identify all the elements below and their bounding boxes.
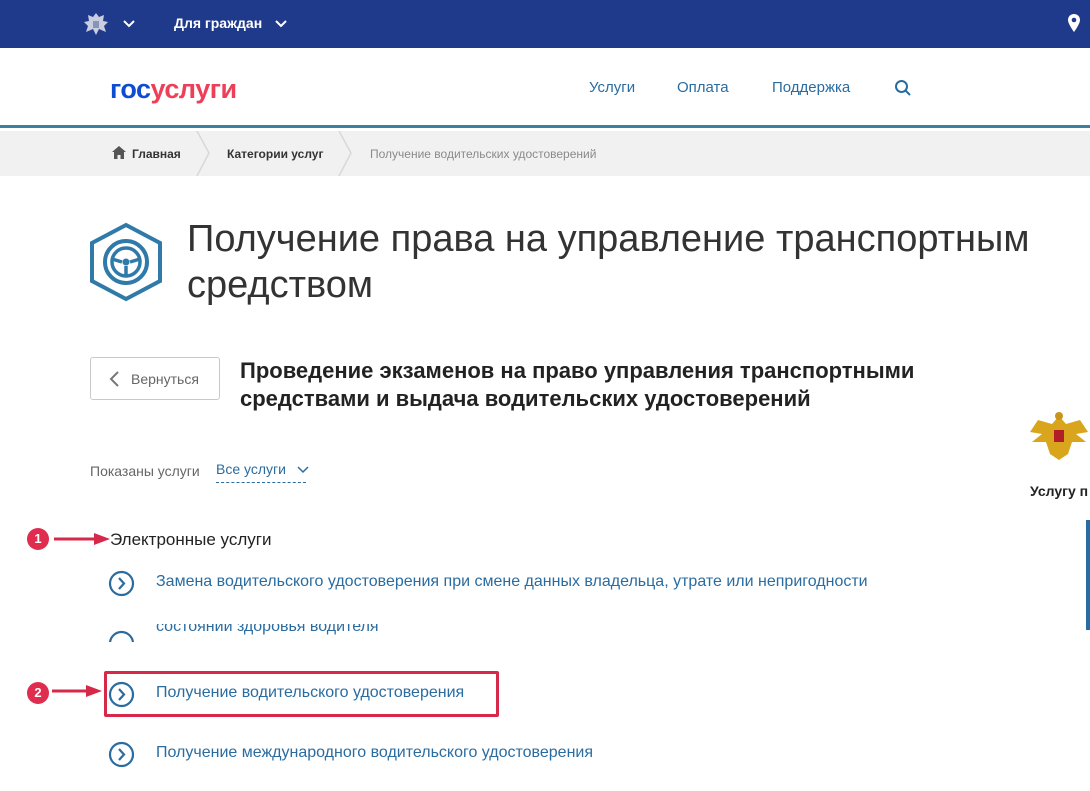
breadcrumb-separator <box>196 131 210 176</box>
services-filter-dropdown[interactable]: Все услуги <box>216 461 306 483</box>
logo-part-gos: гос <box>110 74 151 104</box>
home-icon[interactable] <box>112 146 126 159</box>
chevron-down-icon[interactable] <box>122 17 136 31</box>
chevron-circle-right-icon <box>108 681 135 708</box>
breadcrumb-separator <box>338 131 352 176</box>
service-provider-label: Услугу п <box>1030 483 1089 499</box>
filter-label: Показаны услуги <box>90 463 200 479</box>
map-pin-icon[interactable] <box>1068 14 1080 32</box>
section-title-electronic-services: Электронные услуги <box>110 530 272 549</box>
top-bar: Для граждан <box>0 0 1090 48</box>
chevron-left-icon <box>109 371 119 387</box>
annotation-arrow-icon <box>52 685 102 697</box>
breadcrumb: Главная Категории услуг Получение водите… <box>0 131 1090 176</box>
service-link-replace-license[interactable]: Замена водительского удостоверения при с… <box>108 570 928 597</box>
chevron-down-icon[interactable] <box>297 465 309 475</box>
nav-payment[interactable]: Оплата <box>677 79 729 96</box>
steering-wheel-icon <box>90 222 162 302</box>
service-link-international-license[interactable]: Получение международного водительского у… <box>108 741 648 768</box>
service-link-label: состоянии здоровья водителя <box>156 624 379 635</box>
page-title: Получение права на управление транспортн… <box>187 216 1090 308</box>
site-header: госуслуги Услуги Оплата Поддержка <box>0 48 1090 128</box>
chevron-circle-right-icon <box>108 741 135 768</box>
subtitle-line-2: средствами и выдача водительских удостов… <box>240 386 811 411</box>
breadcrumb-home[interactable]: Главная <box>132 147 181 161</box>
annotation-badge-2: 2 <box>27 682 49 704</box>
sidebar-accent-line <box>1086 520 1090 630</box>
page-title-line-1: Получение права на управление транспортн… <box>187 218 1030 260</box>
service-link-label: Получение водительского удостоверения <box>156 684 465 701</box>
breadcrumb-current: Получение водительских удостоверений <box>370 147 597 161</box>
chevron-down-icon[interactable] <box>274 17 288 31</box>
nav-services[interactable]: Услуги <box>589 79 635 96</box>
gosuslugi-logo[interactable]: госуслуги <box>110 74 237 105</box>
coat-of-arms-icon[interactable] <box>82 10 110 38</box>
back-button[interactable]: Вернуться <box>90 357 220 400</box>
page-title-line-2: средством <box>187 264 374 306</box>
nav-support[interactable]: Поддержка <box>772 79 850 96</box>
subtitle-line-1: Проведение экзаменов на право управления… <box>240 358 915 383</box>
service-link-label: Замена водительского удостоверения при с… <box>156 573 868 590</box>
logo-part-uslugi: услуги <box>150 74 238 104</box>
annotation-arrow-icon <box>54 533 110 545</box>
search-icon[interactable] <box>894 79 912 97</box>
service-subtitle: Проведение экзаменов на право управления… <box>240 357 1000 413</box>
breadcrumb-categories[interactable]: Категории услуг <box>227 147 323 161</box>
service-link-get-license[interactable]: Получение водительского удостоверения <box>108 681 498 708</box>
annotation-badge-1: 1 <box>27 528 49 550</box>
chevron-circle-right-icon <box>108 630 135 642</box>
service-link-label: Получение международного водительского у… <box>156 744 594 761</box>
audience-selector[interactable]: Для граждан <box>174 15 262 31</box>
service-link-partial[interactable]: состоянии здоровья водителя <box>108 624 708 642</box>
eagle-emblem-icon <box>1030 412 1088 460</box>
chevron-circle-right-icon <box>108 570 135 597</box>
back-button-label: Вернуться <box>131 371 199 387</box>
